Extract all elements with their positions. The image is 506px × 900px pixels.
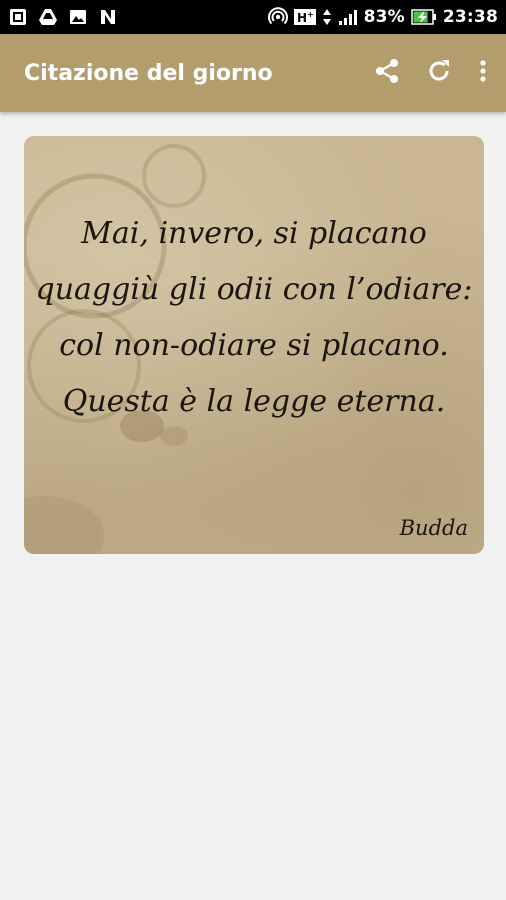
overflow-menu-icon [479, 59, 487, 87]
refresh-icon [425, 57, 453, 89]
quote-text: Mai, invero, si placano quaggiù gli odii… [35, 216, 473, 419]
status-bar-left-icons [8, 7, 118, 27]
overflow-menu-button[interactable] [476, 58, 490, 88]
data-arrows-icon [322, 7, 332, 27]
photo-app-icon [8, 7, 28, 27]
refresh-button[interactable] [424, 58, 454, 88]
share-button[interactable] [372, 58, 402, 88]
signal-icon [338, 7, 358, 27]
drive-icon [38, 7, 58, 27]
status-bar-right-icons: H + 83% 23:38 [267, 7, 498, 27]
battery-charging-icon [411, 7, 437, 27]
hotspot-icon [267, 7, 288, 27]
app-bar: Citazione del giorno [0, 34, 506, 112]
share-icon [373, 57, 401, 89]
app-bar-actions [372, 58, 490, 88]
svg-text:H: H [297, 11, 307, 25]
battery-percent: 83% [363, 7, 405, 27]
hplus-network-icon: H + [293, 7, 316, 27]
gallery-icon [68, 7, 88, 27]
quote-card: Mai, invero, si placano quaggiù gli odii… [24, 136, 484, 554]
n-app-icon [98, 7, 118, 27]
status-bar: H + 83% 23:38 [0, 0, 506, 34]
svg-text:+: + [307, 10, 314, 19]
quote-author: Budda [399, 516, 468, 540]
app-title: Citazione del giorno [24, 60, 273, 86]
clock: 23:38 [442, 7, 498, 27]
